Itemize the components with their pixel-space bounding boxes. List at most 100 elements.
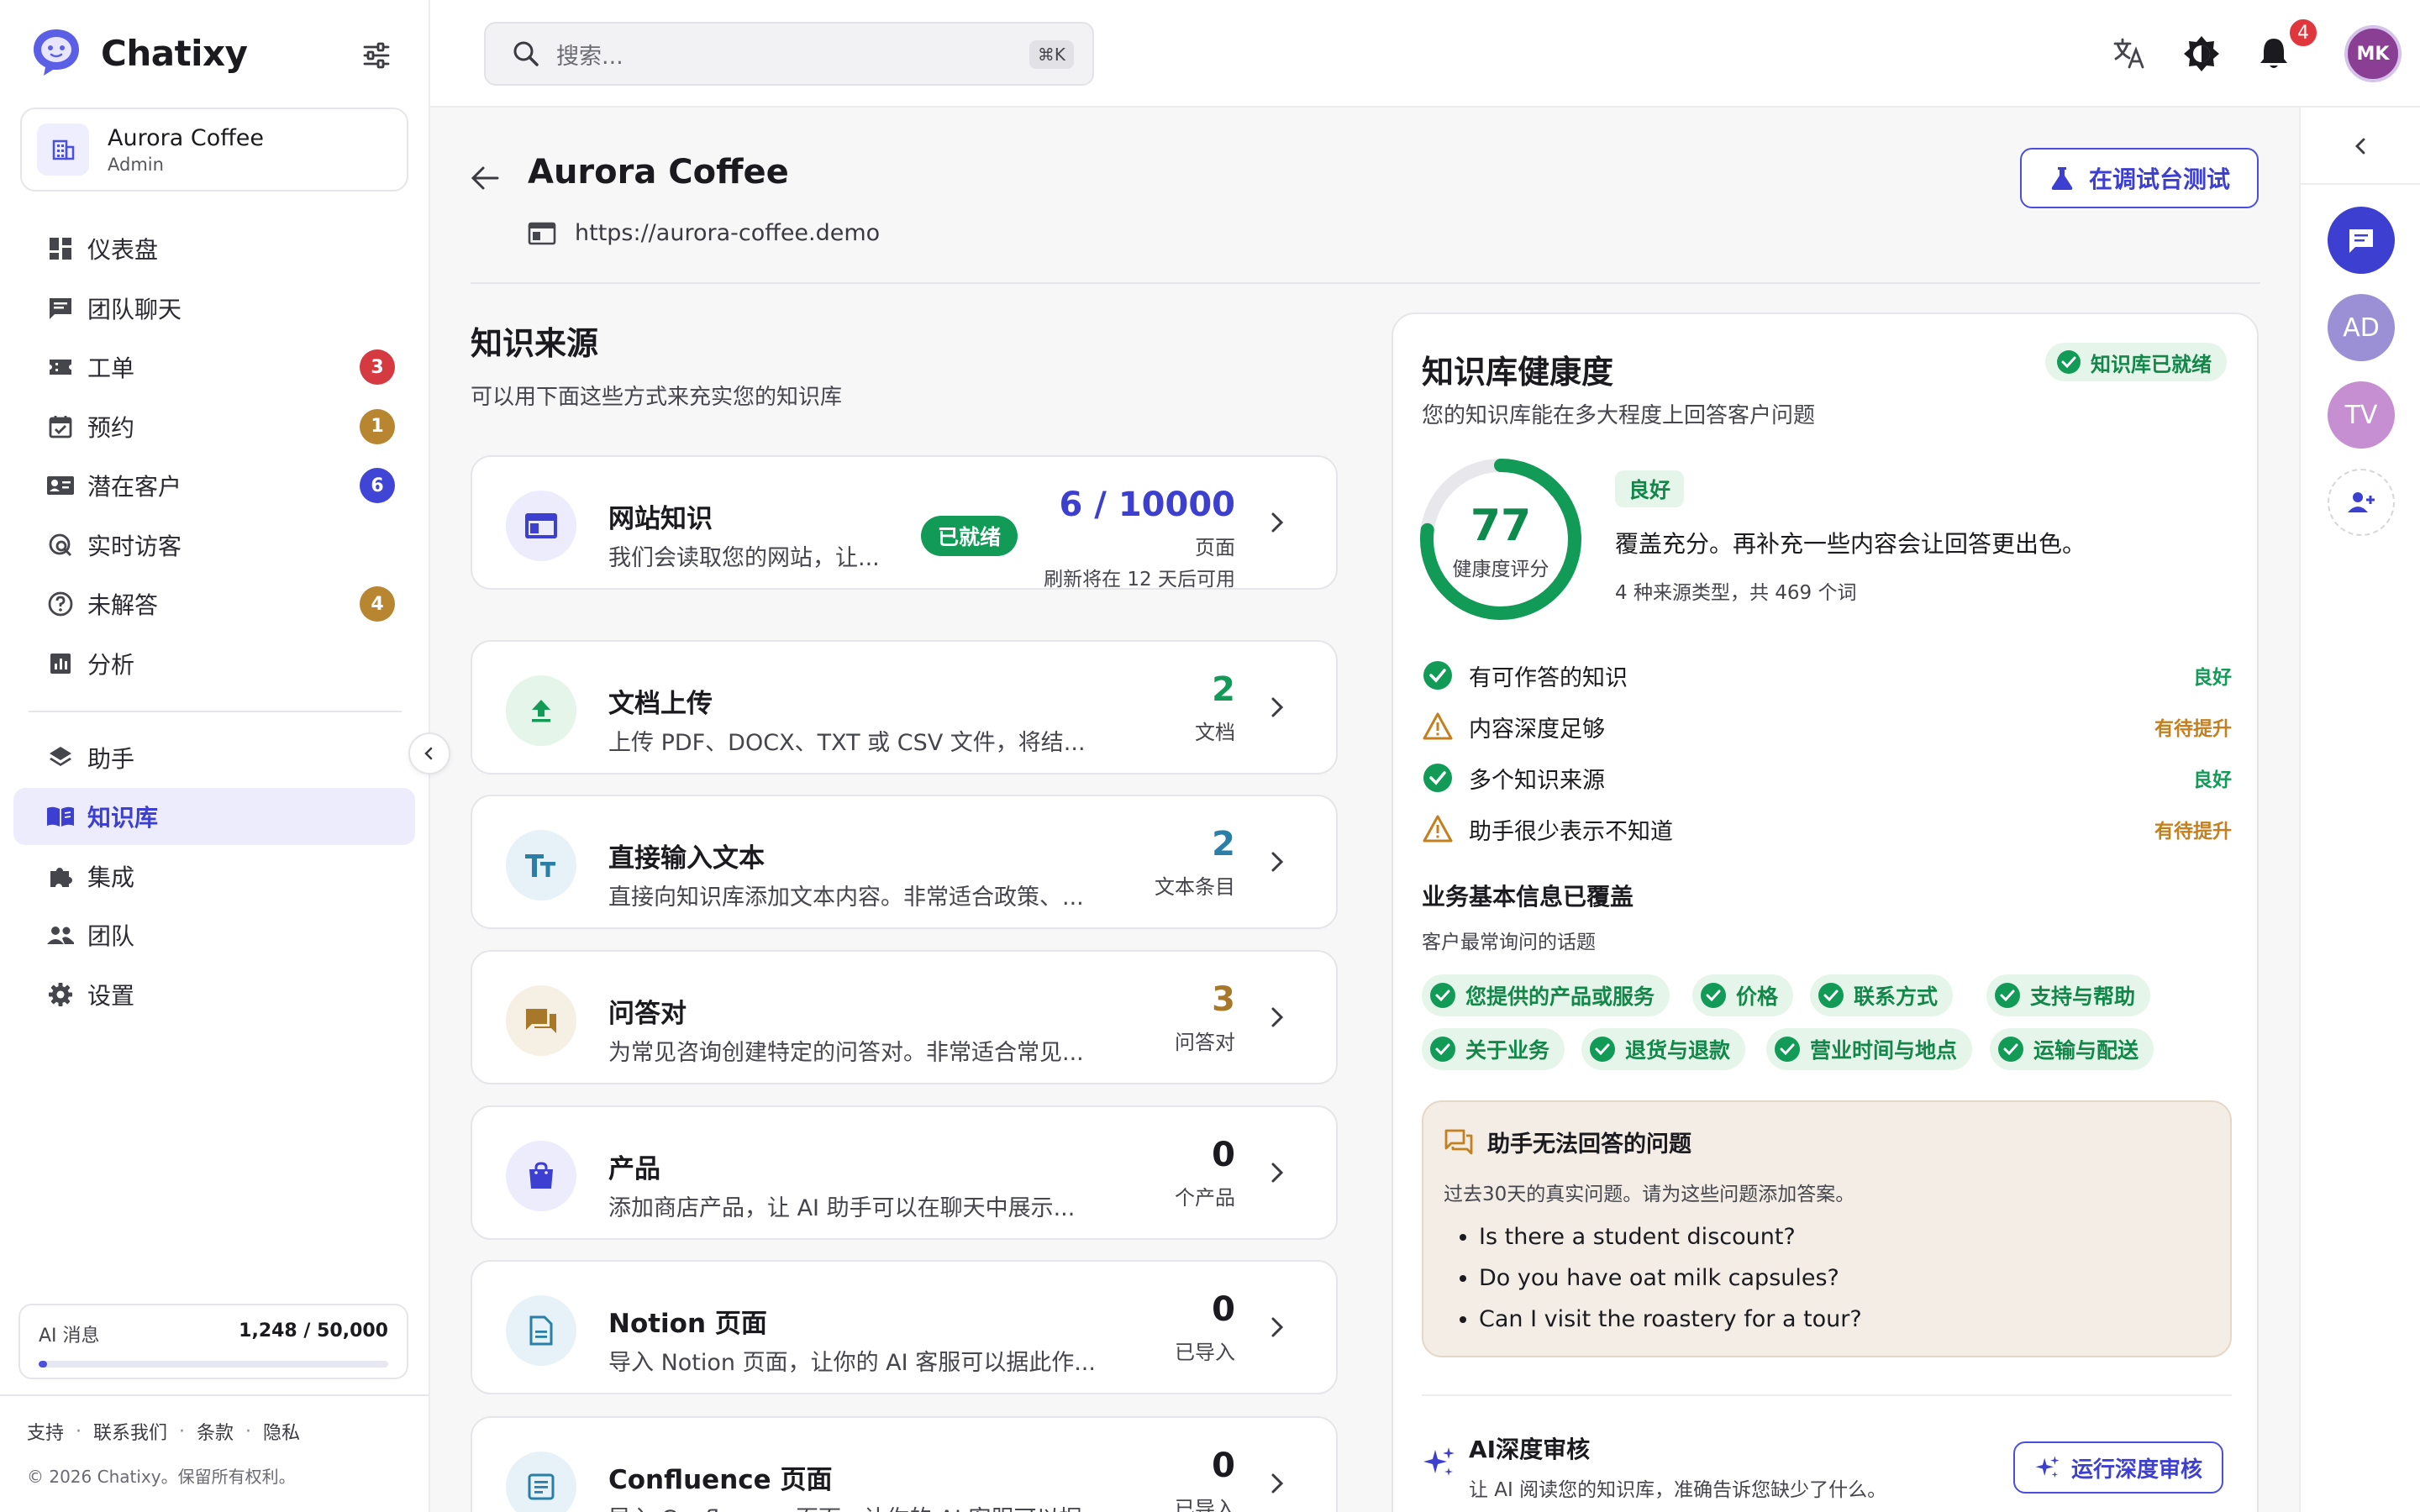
sidebar-item-tickets[interactable]: 工单 3 [13, 339, 415, 396]
site-url-row: https://aurora-coffee.demo [528, 220, 880, 246]
people-icon [45, 920, 76, 950]
knowledge-ready-badge: 知识库已就绪 [2045, 343, 2227, 381]
source-card-unit: 文档 [1195, 721, 1235, 744]
rail-divider [2301, 183, 2420, 185]
back-arrow-icon[interactable] [467, 160, 504, 197]
sidebar-item-team[interactable]: 团队 [13, 906, 415, 963]
add-member-button[interactable] [2328, 469, 2395, 536]
sidebar-item-integrations[interactable]: 集成 [13, 848, 415, 905]
check-circle-icon [1998, 1037, 2023, 1062]
sidebar-item-appointments[interactable]: 预约 1 [13, 398, 415, 455]
org-switcher[interactable]: Aurora Coffee Admin [20, 108, 408, 192]
source-card-website[interactable]: 网站知识 我们会读取您的网站，让... 已就绪 6 / 10000 页面 刷新将… [471, 455, 1338, 591]
gear-icon [45, 979, 76, 1010]
check-circle-icon [1430, 1037, 1455, 1062]
unanswered-question[interactable]: Do you have oat milk capsules? [1479, 1257, 1862, 1299]
sidebar-item-unanswered[interactable]: 未解答 4 [13, 575, 415, 633]
sidebar-item-assistant[interactable]: 助手 [13, 729, 415, 786]
source-card-title: 网站知识 [608, 504, 713, 534]
sidebar-item-label: 知识库 [87, 804, 159, 832]
source-card-document-upload[interactable]: 文档上传 上传 PDF、DOCX、TXT 或 CSV 文件，将结... 2 文档 [471, 640, 1338, 774]
knowledge-sources-subtitle: 可以用下面这些方式来充实您的知识库 [471, 385, 843, 410]
knowledge-health-panel: 知识库健康度 您的知识库能在多大程度上回答客户问题 知识库已就绪 77 健康度评… [1392, 312, 2259, 1512]
sidebar-item-settings[interactable]: 设置 [13, 966, 415, 1023]
translate-icon[interactable] [2109, 34, 2149, 74]
sidebar: Chatixy Aurora Coffee Admin 仪表盘 团队聊天 工单 [0, 0, 430, 1512]
footer-link-privacy[interactable]: 隐私 [263, 1418, 300, 1445]
sidebar-footer: 支持 · 联系我们 · 条款 · 隐私 © 2026 Chatixy。保留所有权… [0, 1394, 429, 1488]
health-score: 77 [1470, 501, 1532, 551]
test-in-playground-button[interactable]: 在调试台测试 [2020, 148, 2259, 208]
check-circle-icon [1995, 983, 2020, 1008]
org-name: Aurora Coffee [108, 124, 265, 151]
bell-icon[interactable] [2254, 34, 2294, 74]
sidebar-item-label: 团队聊天 [87, 295, 182, 323]
page-title: Aurora Coffee [528, 153, 789, 192]
source-card-title: 直接输入文本 [608, 843, 765, 874]
footer-link-contact[interactable]: 联系我们 [93, 1418, 167, 1445]
nav-divider [29, 710, 402, 712]
source-card-count: 3 [1212, 980, 1235, 1019]
health-check-status: 有待提升 [2154, 718, 2232, 740]
footer-link-terms[interactable]: 条款 [197, 1418, 234, 1445]
source-card-desc: 导入 Notion 页面，让你的 AI 客服可以据此作... [608, 1350, 1096, 1376]
business-coverage-title: 业务基本信息已覆盖 [1422, 883, 1634, 911]
unanswered-question[interactable]: Is there a student discount? [1479, 1216, 1862, 1257]
app-name: Chatixy [101, 32, 248, 74]
source-card-confluence[interactable]: Confluence 页面 导入 Confluence 页面，让你的 AI 客服… [471, 1416, 1338, 1512]
user-avatar[interactable]: MK [2344, 25, 2402, 82]
site-url[interactable]: https://aurora-coffee.demo [575, 220, 880, 246]
source-card-direct-text[interactable]: 直接输入文本 直接向知识库添加文本内容。非常适合政策、... 2 文本条目 [471, 795, 1338, 929]
source-card-desc: 我们会读取您的网站，让... [608, 545, 880, 571]
brand[interactable]: Chatixy [30, 27, 248, 79]
health-title: 知识库健康度 [1422, 354, 1614, 391]
sidebar-item-leads[interactable]: 潜在客户 6 [13, 457, 415, 514]
source-card-products[interactable]: 产品 添加商店产品，让 AI 助手可以在聊天中展示... 0 个产品 [471, 1105, 1338, 1240]
sidebar-item-team-chat[interactable]: 团队聊天 [13, 280, 415, 337]
agent-avatar[interactable]: AD [2328, 294, 2395, 361]
source-card-qa-pairs[interactable]: 问答对 为常见咨询创建特定的问答对。非常适合常见... 3 问答对 [471, 950, 1338, 1084]
topic-tag-label: 运输与配送 [2033, 1038, 2139, 1063]
chat-panel-button[interactable] [2328, 207, 2395, 274]
source-card-unit: 已导入 [1175, 1497, 1235, 1512]
business-coverage-subtitle: 客户最常询问的话题 [1422, 932, 1596, 953]
source-card-title: 问答对 [608, 999, 687, 1029]
chevron-right-icon [1271, 1473, 1284, 1494]
flask-icon [2051, 167, 2073, 190]
sidebar-collapse-button[interactable] [408, 732, 450, 774]
run-deep-audit-button[interactable]: 运行深度审核 [2013, 1441, 2223, 1494]
right-rail: AD TV [2299, 108, 2420, 1512]
source-card-desc: 为常见咨询创建特定的问答对。非常适合常见... [608, 1040, 1084, 1066]
upload-icon [506, 675, 576, 746]
topic-tag-label: 价格 [1736, 984, 1779, 1009]
source-card-desc: 上传 PDF、DOCX、TXT 或 CSV 文件，将结... [608, 730, 1086, 756]
search-input[interactable]: 搜索... ⌘K [484, 22, 1094, 86]
org-role: Admin [108, 154, 164, 175]
shopping-bag-icon [506, 1141, 576, 1211]
topic-tag: 退货与退款 [1581, 1028, 1746, 1070]
sidebar-item-dashboard[interactable]: 仪表盘 [13, 220, 415, 277]
puzzle-icon [45, 861, 76, 891]
book-open-icon [45, 801, 76, 832]
agent-avatar[interactable]: TV [2328, 381, 2395, 449]
warning-icon [1423, 815, 1453, 843]
health-summary: 覆盖充分。再补充一些内容会让回答更出色。 [1615, 530, 2086, 558]
source-card-title: Notion 页面 [608, 1309, 767, 1339]
sidebar-item-analytics[interactable]: 分析 [13, 635, 415, 692]
topic-tag-label: 营业时间与地点 [1810, 1038, 1958, 1063]
sidebar-item-live-visitors[interactable]: 实时访客 [13, 517, 415, 574]
theme-toggle-icon[interactable] [2181, 34, 2222, 74]
source-card-notion[interactable]: Notion 页面 导入 Notion 页面，让你的 AI 客服可以据此作...… [471, 1260, 1338, 1394]
topic-tag: 营业时间与地点 [1766, 1028, 1973, 1070]
person-add-icon [2348, 492, 2375, 512]
chevron-left-icon[interactable] [2346, 131, 2376, 161]
footer-link-support[interactable]: 支持 [27, 1418, 64, 1445]
warning-icon [1423, 712, 1453, 740]
health-check-status: 良好 [2193, 667, 2232, 689]
ready-status-badge: 已就绪 [921, 516, 1018, 556]
sliders-icon[interactable] [360, 39, 393, 72]
unanswered-question[interactable]: Can I visit the roastery for a tour? [1479, 1299, 1862, 1340]
ticket-icon [45, 352, 76, 382]
chat-bot-logo-icon [34, 29, 79, 76]
sidebar-item-knowledge-base[interactable]: 知识库 [13, 788, 415, 845]
